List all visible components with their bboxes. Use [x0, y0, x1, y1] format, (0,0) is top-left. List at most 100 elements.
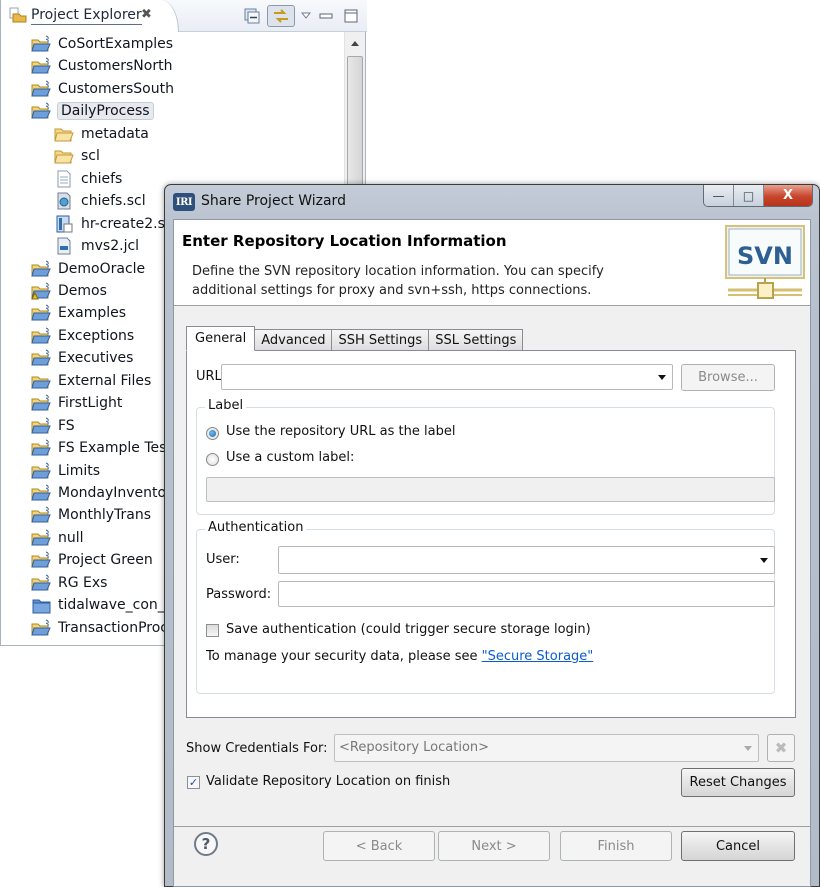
user-combo[interactable]	[278, 546, 775, 574]
back-button[interactable]: < Back	[323, 831, 435, 861]
tree-item-label: CustomersNorth	[58, 58, 173, 75]
delete-credentials-button[interactable]: ✖	[767, 734, 795, 762]
help-icon[interactable]: ?	[194, 832, 218, 856]
svn-logo-text: SVN	[737, 242, 793, 270]
tree-item[interactable]: Exceptions	[31, 325, 135, 347]
next-button[interactable]: Next >	[438, 831, 550, 861]
collapse-all-icon	[244, 8, 260, 24]
tree-item[interactable]: Examples	[31, 302, 127, 324]
view-menu-button[interactable]	[299, 5, 313, 27]
maximize-icon	[344, 9, 358, 23]
minimize-window-button[interactable]: —	[704, 185, 734, 206]
tree-item-label: FS Example Test	[58, 440, 172, 457]
validate-location-label[interactable]: Validate Repository Location on finish	[206, 774, 450, 789]
use-custom-label-radio[interactable]	[206, 453, 219, 466]
finish-button[interactable]: Finish	[560, 831, 672, 861]
tree-item-label: DemoOracle	[58, 260, 146, 277]
save-authentication-checkbox[interactable]	[206, 624, 219, 637]
tree-item[interactable]: Project Green	[31, 549, 154, 571]
minimize-view-button[interactable]	[317, 5, 335, 27]
cancel-button[interactable]: Cancel	[681, 831, 795, 861]
label-group-title: Label	[205, 398, 247, 413]
project-icon	[31, 327, 51, 344]
collapse-all-button[interactable]	[241, 5, 263, 27]
dialog-titlebar[interactable]: IRI Share Project Wizard — □ X	[165, 185, 819, 219]
tree-item-label: FirstLight	[58, 395, 123, 412]
show-credentials-combo[interactable]: <Repository Location>	[334, 734, 759, 762]
tab-ssh-settings[interactable]: SSH Settings	[331, 329, 430, 351]
tree-item[interactable]: Limits	[31, 460, 101, 482]
tree-item[interactable]: DailyProcess	[31, 100, 154, 122]
tree-item[interactable]: MonthlyTrans	[31, 504, 152, 526]
tab-general[interactable]: General	[186, 326, 256, 351]
manage-security-text: To manage your security data, please see…	[206, 649, 593, 664]
tree-item[interactable]: FS	[31, 415, 76, 437]
use-repo-url-radio[interactable]	[206, 427, 219, 440]
tree-item[interactable]: External Files	[31, 370, 152, 392]
tree-item[interactable]: null	[31, 527, 85, 549]
browse-button[interactable]: Browse...	[681, 364, 775, 391]
tree-item[interactable]: MondayInventory	[31, 482, 181, 504]
use-repo-url-label[interactable]: Use the repository URL as the label	[226, 424, 455, 439]
tree-item-label: hr-create2.scl	[81, 215, 177, 232]
close-window-button[interactable]: X	[764, 185, 812, 206]
tree-item[interactable]: DemoOracle	[31, 258, 146, 280]
tree-item-label: Executives	[58, 350, 134, 367]
restore-window-button[interactable]: □	[734, 185, 764, 206]
tree-item-label: CoSortExamples	[58, 36, 174, 52]
project-icon	[31, 417, 51, 434]
tree-item-label: CustomersSouth	[58, 80, 174, 97]
tree-item[interactable]: RG Exs	[31, 572, 108, 594]
tree-item[interactable]: CustomersSouth	[31, 78, 175, 100]
project-icon	[31, 80, 51, 97]
restore-icon: □	[742, 188, 755, 203]
tree-item[interactable]: tidalwave_con_P	[31, 594, 174, 616]
tree-item[interactable]: chiefs.scl	[54, 190, 147, 212]
dialog-title: Share Project Wizard	[201, 193, 346, 209]
validate-location-checkbox[interactable]: ✓	[187, 776, 200, 789]
tree-item[interactable]: Demos	[31, 280, 108, 302]
use-custom-label-label[interactable]: Use a custom label:	[226, 450, 354, 465]
url-combo[interactable]	[221, 364, 673, 390]
tree-item[interactable]: Executives	[31, 347, 134, 369]
password-input[interactable]	[278, 581, 775, 607]
folder-icon	[54, 150, 74, 164]
authentication-group-title: Authentication	[205, 520, 307, 535]
user-label: User:	[206, 552, 240, 567]
tree-item-label: Demos	[58, 282, 107, 299]
tree-item[interactable]: hr-create2.scl	[54, 213, 177, 235]
tab-advanced[interactable]: Advanced	[254, 329, 333, 351]
save-authentication-label[interactable]: Save authentication (could trigger secur…	[226, 622, 591, 637]
reset-changes-button[interactable]: Reset Changes	[681, 768, 795, 797]
tree-item[interactable]: FS Example Test	[31, 437, 173, 459]
dropdown-arrow-icon[interactable]	[658, 375, 666, 380]
tree-item[interactable]: FirstLight	[31, 392, 123, 414]
general-tab-panel: URL: Browse... Label Use the repository …	[186, 350, 796, 718]
explorer-header: Project Explorer ✖	[1, 0, 367, 32]
tree-item-label: External Files	[58, 372, 152, 389]
tree-item[interactable]: CustomersNorth	[31, 55, 173, 77]
tree-item-label: Project Green	[58, 552, 153, 569]
dropdown-arrow-icon[interactable]	[760, 558, 768, 563]
tree-item[interactable]: metadata	[54, 123, 150, 145]
tab-ssl-settings[interactable]: SSL Settings	[428, 329, 524, 351]
tree-item-label: scl	[81, 148, 100, 165]
tree-item-label: DailyProcess	[57, 102, 154, 121]
project-explorer-tab[interactable]: Project Explorer ✖	[1, 0, 179, 32]
close-icon[interactable]: ✖	[141, 7, 152, 22]
tree-item[interactable]: mvs2.jcl	[54, 235, 140, 257]
custom-label-input[interactable]	[206, 477, 775, 502]
tree-item[interactable]: CoSortExamples	[31, 33, 174, 55]
link-with-editor-button[interactable]	[267, 5, 295, 27]
dropdown-arrow-icon[interactable]	[744, 746, 752, 751]
maximize-view-button[interactable]	[341, 5, 361, 27]
show-credentials-value: <Repository Location>	[339, 740, 490, 755]
tree-item-label: MonthlyTrans	[58, 507, 152, 524]
file-icon	[57, 170, 71, 188]
tree-item[interactable]: scl	[54, 145, 101, 167]
manage-security-label: To manage your security data, please see	[206, 649, 482, 664]
share-project-wizard-dialog: IRI Share Project Wizard — □ X Enter Rep…	[164, 184, 820, 887]
tree-item[interactable]: chiefs	[54, 168, 123, 190]
secure-storage-link[interactable]: "Secure Storage"	[482, 649, 594, 664]
scroll-up-icon[interactable]	[351, 41, 359, 46]
